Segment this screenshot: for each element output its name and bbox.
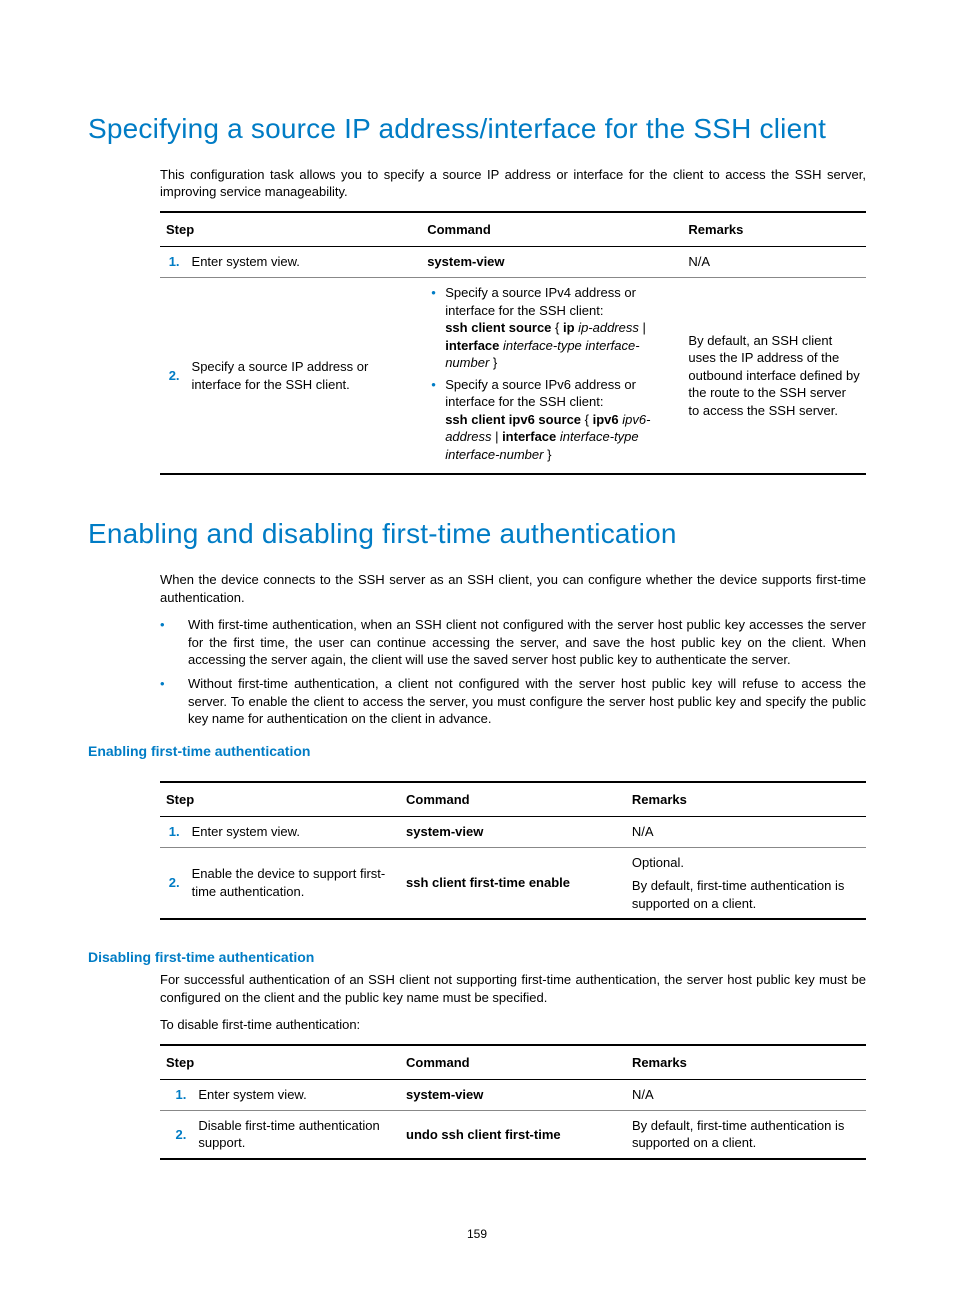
sub1-table: Step Command Remarks 1. Enter system vie…	[160, 781, 866, 921]
th-step: Step	[160, 212, 421, 247]
sub2-heading: Disabling first-time authentication	[88, 948, 866, 967]
step-desc: Enable the device to support first-time …	[186, 847, 400, 919]
sub2-para1: For successful authentication of an SSH …	[160, 971, 866, 1006]
bullet-item: Without first-time authentication, a cli…	[188, 675, 866, 728]
step-num: 2.	[160, 277, 186, 474]
step-cmd: system-view	[400, 1080, 626, 1111]
step-num: 1.	[160, 1080, 192, 1111]
sub1-heading: Enabling first-time authentication	[88, 742, 866, 761]
step-cmd: undo ssh client first-time	[400, 1110, 626, 1159]
step-cmd: Specify a source IPv4 address or interfa…	[421, 277, 682, 474]
section1-table: Step Command Remarks 1. Enter system vie…	[160, 211, 866, 476]
step-desc: Enter system view.	[192, 1080, 400, 1111]
step-cmd: system-view	[400, 817, 626, 848]
page-number: 159	[0, 1226, 954, 1242]
section1-heading: Specifying a source IP address/interface…	[88, 110, 866, 148]
section2-bullets: With first-time authentication, when an …	[88, 616, 866, 727]
table-row: 1. Enter system view. system-view N/A	[160, 247, 866, 278]
step-remarks: N/A	[682, 247, 866, 278]
sub2-para2: To disable first-time authentication:	[160, 1016, 866, 1034]
step-desc: Specify a source IP address or interface…	[186, 277, 422, 474]
section2-heading: Enabling and disabling first-time authen…	[88, 515, 866, 553]
cmd-bullet: Specify a source IPv4 address or interfa…	[445, 284, 676, 372]
step-num: 1.	[160, 247, 186, 278]
step-desc: Enter system view.	[186, 817, 400, 848]
step-cmd: system-view	[421, 247, 682, 278]
th-step: Step	[160, 782, 400, 817]
th-command: Command	[400, 1045, 626, 1080]
th-step: Step	[160, 1045, 400, 1080]
step-remarks: By default, an SSH client uses the IP ad…	[682, 277, 866, 474]
step-num: 2.	[160, 1110, 192, 1159]
table-row: 2. Specify a source IP address or interf…	[160, 277, 866, 474]
step-desc: Disable first-time authentication suppor…	[192, 1110, 400, 1159]
section1-intro: This configuration task allows you to sp…	[160, 166, 866, 201]
step-desc: Enter system view.	[186, 247, 422, 278]
step-remarks: Optional. By default, first-time authent…	[626, 847, 866, 919]
th-remarks: Remarks	[626, 1045, 866, 1080]
th-command: Command	[400, 782, 626, 817]
th-remarks: Remarks	[626, 782, 866, 817]
th-command: Command	[421, 212, 682, 247]
sub2-table: Step Command Remarks 1. Enter system vie…	[160, 1044, 866, 1160]
bullet-item: With first-time authentication, when an …	[188, 616, 866, 669]
step-num: 2.	[160, 847, 186, 919]
table-row: 1. Enter system view. system-view N/A	[160, 817, 866, 848]
step-remarks: By default, first-time authentication is…	[626, 1110, 866, 1159]
page: Specifying a source IP address/interface…	[0, 0, 954, 1296]
th-remarks: Remarks	[682, 212, 866, 247]
cmd-bullet: Specify a source IPv6 address or interfa…	[445, 376, 676, 464]
step-num: 1.	[160, 817, 186, 848]
table-row: 1. Enter system view. system-view N/A	[160, 1080, 866, 1111]
step-remarks: N/A	[626, 1080, 866, 1111]
step-cmd: ssh client first-time enable	[400, 847, 626, 919]
section2-intro: When the device connects to the SSH serv…	[160, 571, 866, 606]
table-row: 2. Disable first-time authentication sup…	[160, 1110, 866, 1159]
table-row: 2. Enable the device to support first-ti…	[160, 847, 866, 919]
step-remarks: N/A	[626, 817, 866, 848]
